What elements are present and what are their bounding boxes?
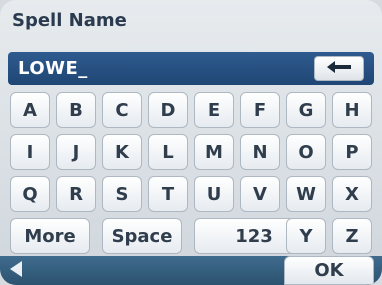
key-c[interactable]: C bbox=[102, 92, 142, 128]
key-h[interactable]: H bbox=[332, 92, 372, 128]
key-g[interactable]: G bbox=[286, 92, 326, 128]
key-i[interactable]: I bbox=[10, 134, 50, 170]
page-title: Spell Name bbox=[12, 10, 127, 31]
left-arrow-icon bbox=[325, 59, 353, 78]
text-input[interactable]: LOWE_ bbox=[8, 52, 374, 85]
more-button[interactable]: More bbox=[10, 218, 90, 254]
key-q[interactable]: Q bbox=[10, 176, 50, 212]
input-value: LOWE_ bbox=[18, 58, 88, 79]
key-r[interactable]: R bbox=[56, 176, 96, 212]
key-k[interactable]: K bbox=[102, 134, 142, 170]
space-button[interactable]: Space bbox=[102, 218, 182, 254]
key-m[interactable]: M bbox=[194, 134, 234, 170]
key-p[interactable]: P bbox=[332, 134, 372, 170]
ok-button[interactable]: OK bbox=[284, 256, 374, 285]
key-y[interactable]: Y bbox=[286, 218, 326, 254]
key-o[interactable]: O bbox=[286, 134, 326, 170]
key-b[interactable]: B bbox=[56, 92, 96, 128]
key-n[interactable]: N bbox=[240, 134, 280, 170]
key-e[interactable]: E bbox=[194, 92, 234, 128]
key-s[interactable]: S bbox=[102, 176, 142, 212]
backspace-button[interactable] bbox=[314, 56, 364, 81]
key-z[interactable]: Z bbox=[332, 218, 372, 254]
key-f[interactable]: F bbox=[240, 92, 280, 128]
key-d[interactable]: D bbox=[148, 92, 188, 128]
bottom-bar: OK bbox=[0, 256, 382, 285]
spell-name-screen: Spell Name LOWE_ A B C D E F G H I J K L… bbox=[0, 0, 382, 285]
key-w[interactable]: W bbox=[286, 176, 326, 212]
back-triangle-icon bbox=[6, 259, 24, 283]
back-button[interactable] bbox=[6, 258, 46, 283]
key-a[interactable]: A bbox=[10, 92, 50, 128]
key-j[interactable]: J bbox=[56, 134, 96, 170]
key-v[interactable]: V bbox=[240, 176, 280, 212]
key-t[interactable]: T bbox=[148, 176, 188, 212]
key-u[interactable]: U bbox=[194, 176, 234, 212]
key-l[interactable]: L bbox=[148, 134, 188, 170]
key-x[interactable]: X bbox=[332, 176, 372, 212]
